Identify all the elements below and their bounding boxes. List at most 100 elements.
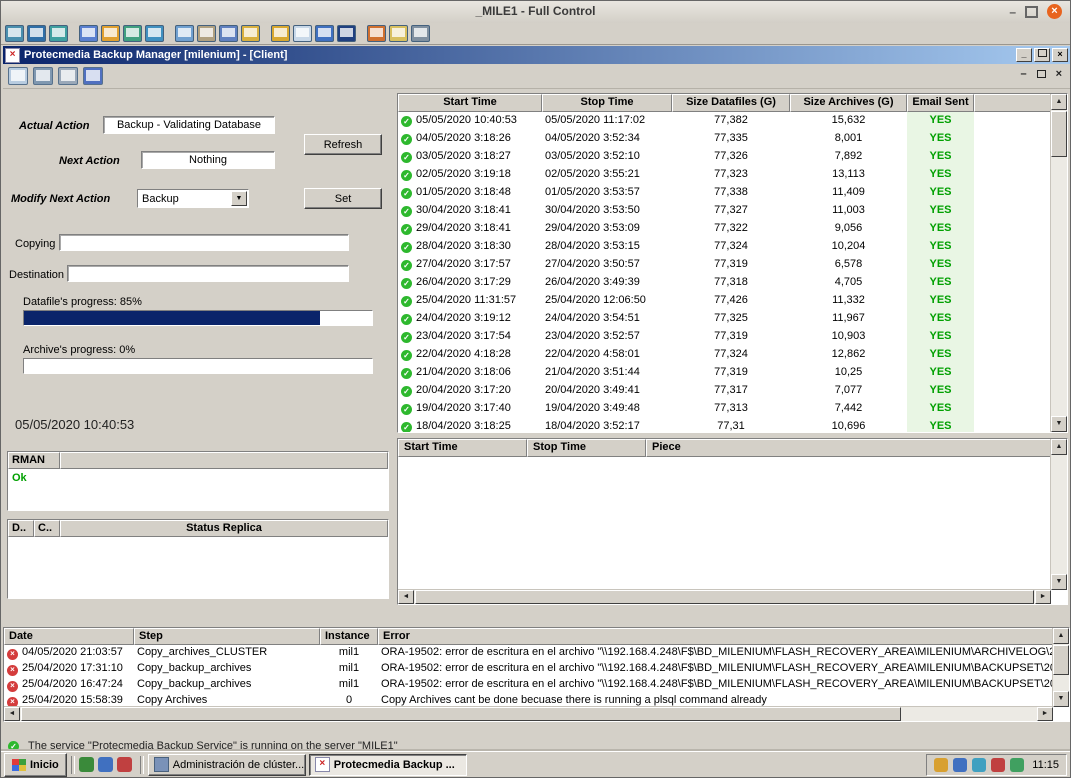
chat-icon[interactable] (123, 25, 142, 42)
chevron-down-icon[interactable]: ▼ (231, 191, 247, 206)
scroll-up-icon[interactable]: ▲ (1051, 439, 1067, 455)
actual-action-field[interactable] (103, 116, 275, 134)
modify-next-action-select[interactable]: Backup ▼ (137, 189, 249, 208)
scroll-right-icon[interactable]: ► (1035, 590, 1051, 604)
minimize-icon[interactable]: – (1009, 5, 1016, 19)
scrollbar-thumb[interactable] (415, 590, 1034, 604)
table-row[interactable]: ✓26/04/2020 3:17:29 26/04/2020 3:49:39 7… (398, 274, 1051, 292)
tray-network-icon[interactable] (953, 758, 967, 772)
user-icon[interactable] (197, 25, 216, 42)
monitor-dark-icon[interactable] (337, 25, 356, 42)
show-desktop-icon[interactable] (79, 757, 94, 772)
tray-update-icon[interactable] (934, 758, 948, 772)
column-header-size-datafiles[interactable]: Size Datafiles (G) (672, 94, 790, 112)
snapshot-icon[interactable] (367, 25, 386, 42)
rman-column-header[interactable]: RMAN (8, 452, 60, 469)
scroll-down-icon[interactable]: ▼ (1053, 691, 1069, 707)
message-icon[interactable] (175, 25, 194, 42)
column-header-step[interactable]: Step (134, 628, 320, 645)
scroll-down-icon[interactable]: ▼ (1051, 574, 1067, 590)
replica-column-d[interactable]: D.. (8, 520, 34, 537)
column-header-stop-time[interactable]: Stop Time (542, 94, 672, 112)
column-header-date[interactable]: Date (4, 628, 134, 645)
taskbar-clock[interactable]: 11:15 (1032, 759, 1059, 771)
screen-full-icon[interactable] (27, 25, 46, 42)
column-header-error[interactable]: Error (378, 628, 1053, 645)
mdi-minimize-icon[interactable]: – (1020, 68, 1026, 80)
set-button[interactable]: Set (304, 188, 382, 209)
phone-icon[interactable] (145, 25, 164, 42)
column-header-start-time[interactable]: Start Time (398, 94, 542, 112)
scroll-up-icon[interactable]: ▲ (1053, 628, 1069, 644)
restore-icon[interactable] (1034, 48, 1050, 62)
close-icon[interactable]: × (1047, 4, 1062, 19)
table-row[interactable]: ✓18/04/2020 3:18:25 18/04/2020 3:52:17 7… (398, 418, 1051, 432)
tools-icon[interactable] (411, 25, 430, 42)
screen-refresh-icon[interactable] (49, 25, 68, 42)
replica-column-c[interactable]: C.. (34, 520, 60, 537)
print-icon[interactable] (58, 67, 78, 85)
vertical-scrollbar[interactable]: ▲ ▼ (1050, 94, 1067, 432)
share-icon[interactable] (219, 25, 238, 42)
table-row[interactable]: ✓23/04/2020 3:17:54 23/04/2020 3:52:57 7… (398, 328, 1051, 346)
table-row[interactable]: ✓25/04/2020 11:31:57 25/04/2020 12:06:50… (398, 292, 1051, 310)
horizontal-scrollbar[interactable]: ◄ ► (4, 706, 1053, 721)
horizontal-scrollbar[interactable]: ◄ ► (398, 589, 1051, 604)
next-action-field[interactable] (141, 151, 275, 169)
mdi-close-icon[interactable]: × (1056, 68, 1062, 80)
tray-antivirus-icon[interactable] (991, 758, 1005, 772)
table-row[interactable]: ✓24/04/2020 3:19:12 24/04/2020 3:54:51 7… (398, 310, 1051, 328)
column-header-email-sent[interactable]: Email Sent (907, 94, 974, 112)
scrollbar-thumb[interactable] (21, 707, 901, 721)
folder-lock-icon[interactable] (241, 25, 260, 42)
screen-view-icon[interactable] (5, 25, 24, 42)
table-row[interactable]: ✓05/05/2020 10:40:53 05/05/2020 11:17:02… (398, 112, 1051, 130)
table-row[interactable]: ✓04/05/2020 3:18:26 04/05/2020 3:52:34 7… (398, 130, 1051, 148)
folder-key-icon[interactable] (271, 25, 290, 42)
help-icon[interactable] (83, 67, 103, 85)
destination-field[interactable] (67, 265, 349, 282)
close-icon[interactable]: × (1052, 48, 1068, 62)
refresh-button[interactable]: Refresh (304, 134, 382, 155)
scroll-down-icon[interactable]: ▼ (1051, 416, 1067, 432)
table-row[interactable]: ×04/05/2020 21:03:57 Copy_archives_CLUST… (4, 645, 1053, 661)
table-row[interactable]: ✓02/05/2020 3:19:18 02/05/2020 3:55:21 7… (398, 166, 1051, 184)
table-row[interactable]: ✓22/04/2020 4:18:28 22/04/2020 4:58:01 7… (398, 346, 1051, 364)
browser-icon[interactable] (98, 757, 113, 772)
smartcard-icon[interactable] (101, 25, 120, 42)
scroll-left-icon[interactable]: ◄ (4, 707, 20, 721)
table-row[interactable]: ✓29/04/2020 3:18:41 29/04/2020 3:53:09 7… (398, 220, 1051, 238)
column-header-instance[interactable]: Instance (320, 628, 378, 645)
mdi-restore-icon[interactable] (1037, 70, 1046, 78)
taskbar-button-protecmedia-backup[interactable]: × Protecmedia Backup ... (309, 754, 467, 776)
minimize-icon[interactable]: _ (1016, 48, 1032, 62)
restore-icon[interactable] (1025, 6, 1038, 18)
start-button[interactable]: Inicio (4, 753, 67, 777)
column-header-start-time[interactable]: Start Time (398, 439, 527, 457)
column-header-piece[interactable]: Piece (646, 439, 1051, 457)
table-row[interactable]: ×25/04/2020 17:31:10 Copy_backup_archive… (4, 661, 1053, 677)
report-icon[interactable] (8, 67, 28, 85)
table-row[interactable]: ✓20/04/2020 3:17:20 20/04/2020 3:49:41 7… (398, 382, 1051, 400)
table-row[interactable]: ×25/04/2020 15:58:39 Copy Archives 0 Cop… (4, 693, 1053, 707)
monitor-on-icon[interactable] (315, 25, 334, 42)
scrollbar-thumb[interactable] (1051, 111, 1067, 157)
scroll-right-icon[interactable]: ► (1037, 707, 1053, 721)
sync-icon[interactable] (79, 25, 98, 42)
scrollbar-thumb[interactable] (1053, 645, 1069, 675)
table-row[interactable]: ✓03/05/2020 3:18:27 03/05/2020 3:52:10 7… (398, 148, 1051, 166)
remote-window-titlebar[interactable]: _MILE1 - Full Control – × (1, 1, 1070, 24)
scroll-left-icon[interactable]: ◄ (398, 590, 414, 604)
tray-volume-icon[interactable] (1010, 758, 1024, 772)
column-header-stop-time[interactable]: Stop Time (527, 439, 646, 457)
mail-icon[interactable] (389, 25, 408, 42)
vertical-scrollbar[interactable]: ▲ ▼ (1050, 439, 1067, 590)
table-row[interactable]: ✓30/04/2020 3:18:41 30/04/2020 3:53:50 7… (398, 202, 1051, 220)
column-header-size-archives[interactable]: Size Archives (G) (790, 94, 907, 112)
search-icon[interactable] (33, 67, 53, 85)
scroll-up-icon[interactable]: ▲ (1051, 94, 1067, 110)
table-row[interactable]: ✓21/04/2020 3:18:06 21/04/2020 3:51:44 7… (398, 364, 1051, 382)
table-row[interactable]: ✓28/04/2020 3:18:30 28/04/2020 3:53:15 7… (398, 238, 1051, 256)
table-row[interactable]: ✓27/04/2020 3:17:57 27/04/2020 3:50:57 7… (398, 256, 1051, 274)
tray-display-icon[interactable] (972, 758, 986, 772)
